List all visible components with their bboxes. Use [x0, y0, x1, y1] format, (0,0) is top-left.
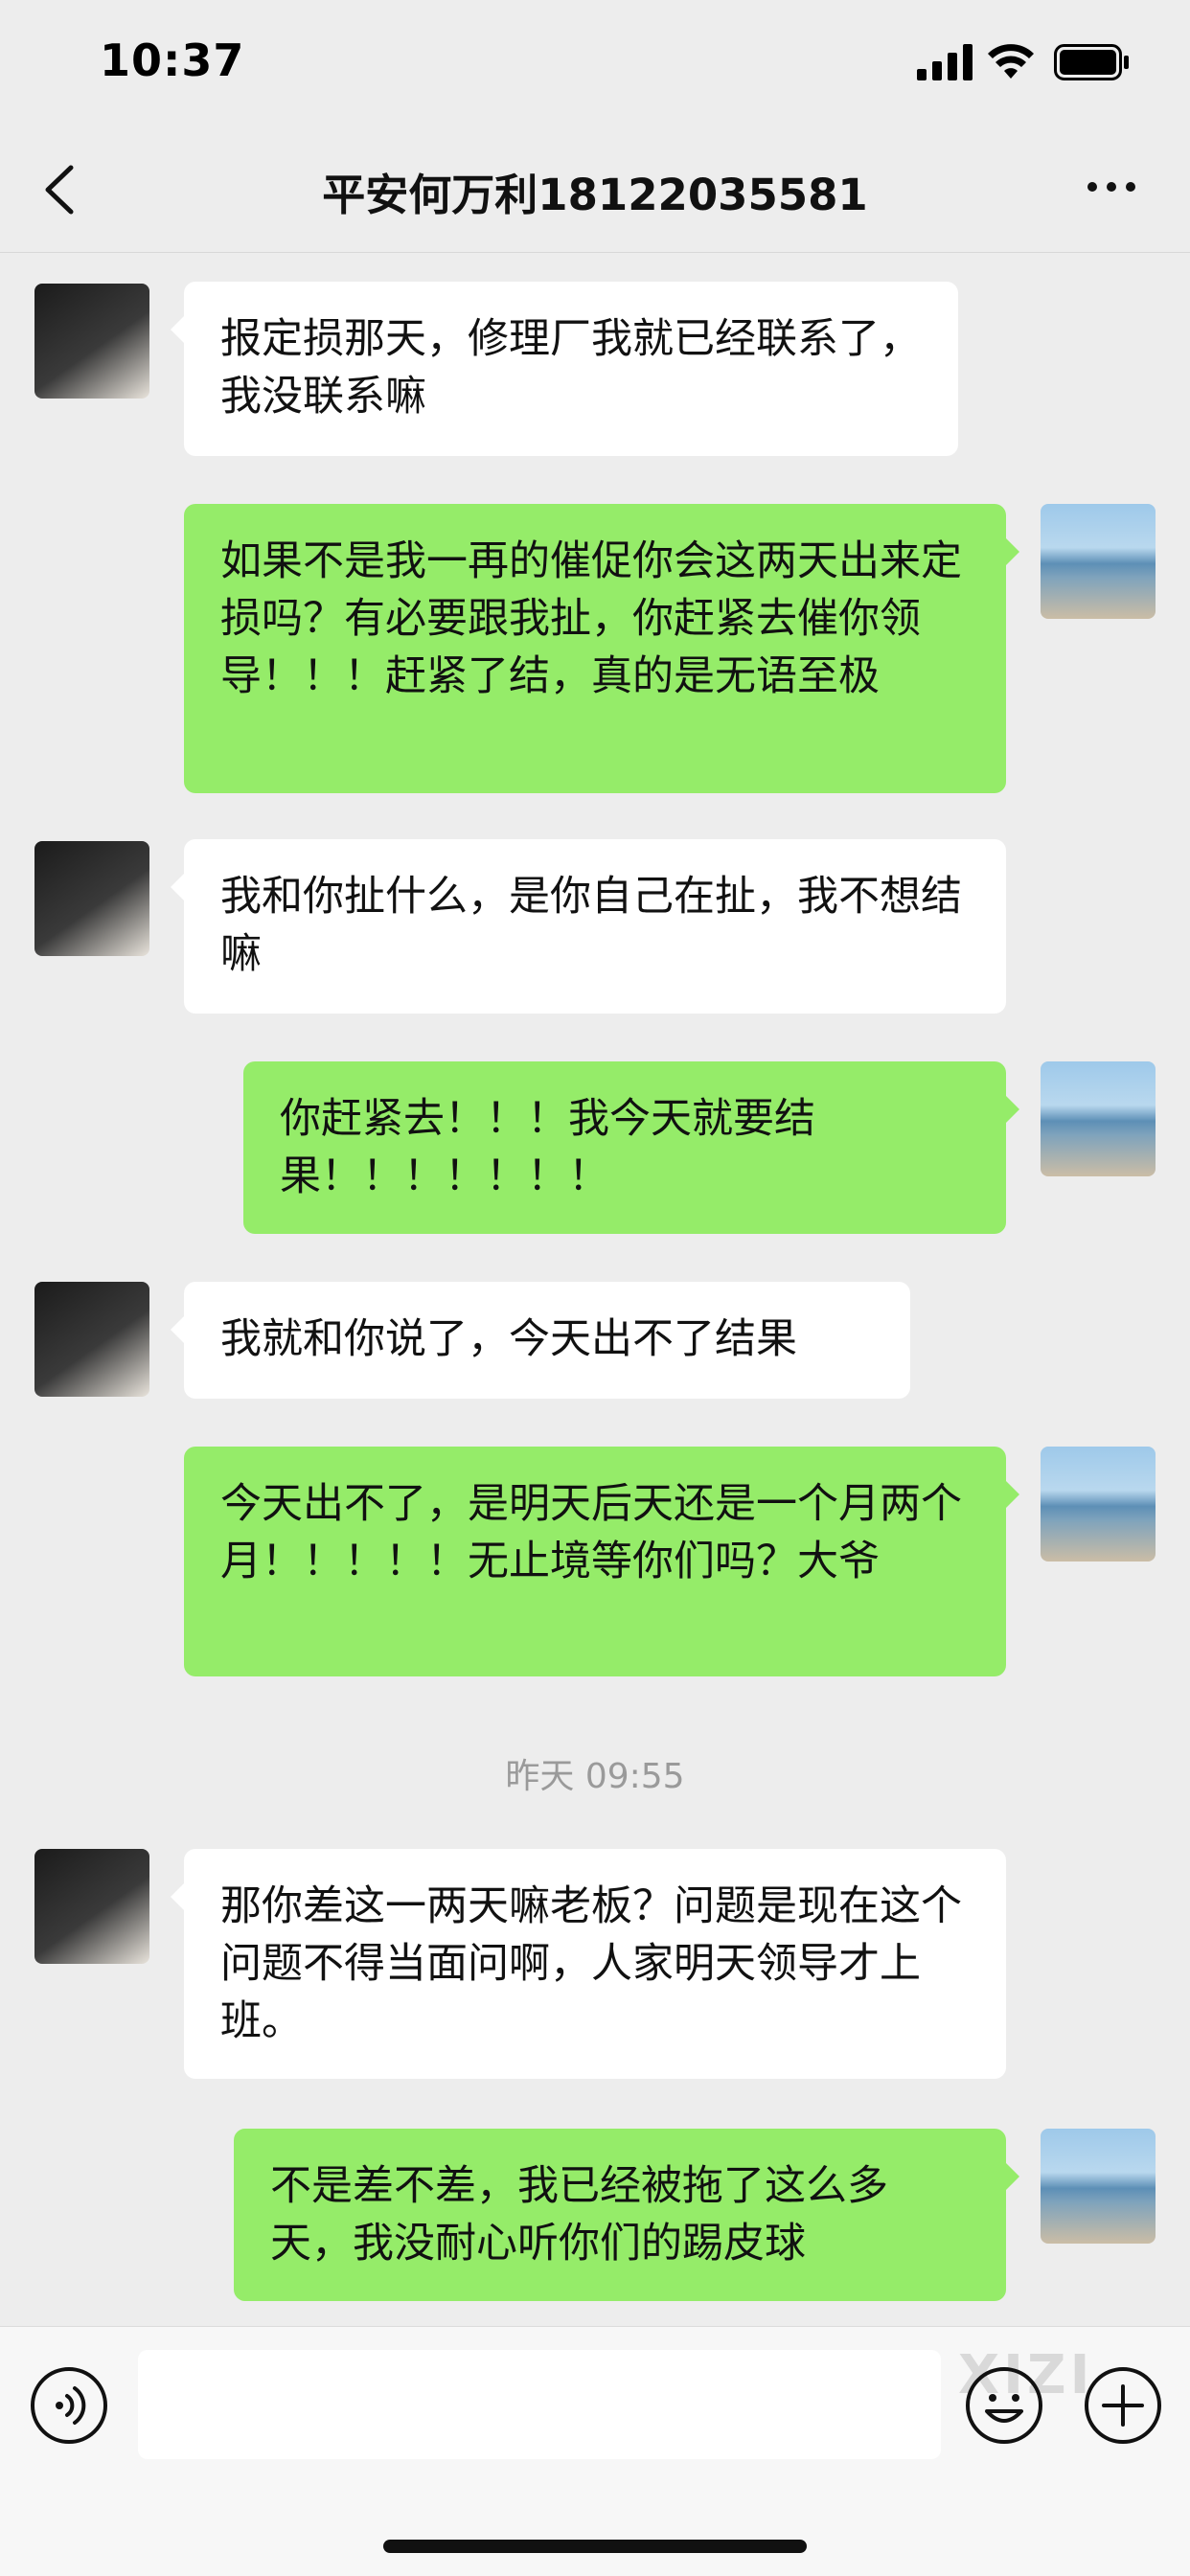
emoji-icon[interactable]	[964, 2365, 1044, 2446]
voice-icon[interactable]	[29, 2365, 109, 2446]
message-bubble[interactable]: 那你差这一两天嘛老板？问题是现在这个问题不得当面问啊，人家明天领导才上班。	[171, 1849, 1006, 2079]
self-avatar[interactable]	[1041, 1061, 1156, 1176]
home-indicator[interactable]	[383, 2540, 807, 2553]
self-avatar[interactable]	[1041, 504, 1156, 619]
wifi-icon	[988, 44, 1034, 79]
status-time: 10:37	[100, 34, 245, 86]
self-avatar[interactable]	[1041, 2129, 1156, 2244]
message-bubble[interactable]: 报定损那天，修理厂我就已经联系了，我没联系嘛	[171, 282, 958, 456]
signal-icon	[917, 44, 973, 80]
message-bubble[interactable]: 今天出不了，是明天后天还是一个月两个月！！！！！无止境等你们吗？大爷	[184, 1447, 1019, 1676]
message-bubble[interactable]: 我就和你说了，今天出不了结果	[171, 1282, 910, 1399]
self-avatar[interactable]	[1041, 1447, 1156, 1562]
battery-icon	[1054, 44, 1129, 80]
more-dots-icon[interactable]	[1083, 168, 1140, 206]
chat-title: 平安何万利18122035581	[322, 170, 868, 220]
contact-avatar[interactable]	[34, 1282, 149, 1397]
input-bar: XIZI	[0, 2326, 1190, 2576]
contact-avatar[interactable]	[34, 284, 149, 399]
chat-header: 平安何万利18122035581	[0, 129, 1190, 253]
message-input[interactable]	[138, 2350, 941, 2459]
message-bubble[interactable]: 你赶紧去！！！我今天就要结果！！！！！！！	[243, 1061, 1019, 1234]
plus-icon[interactable]	[1083, 2365, 1163, 2446]
message-bubble[interactable]: 不是差不差，我已经被拖了这么多天，我没耐心听你们的踢皮球	[234, 2129, 1019, 2301]
message-timestamp: 昨天 09:55	[505, 1757, 685, 1796]
message-bubble[interactable]: 我和你扯什么，是你自己在扯，我不想结嘛	[171, 839, 1006, 1014]
message-bubble[interactable]: 如果不是我一再的催促你会这两天出来定损吗？有必要跟我扯，你赶紧去催你领导！！！赶…	[184, 504, 1019, 793]
contact-avatar[interactable]	[34, 1849, 149, 1964]
contact-avatar[interactable]	[34, 841, 149, 956]
status-bar: 10:37	[0, 0, 1190, 129]
